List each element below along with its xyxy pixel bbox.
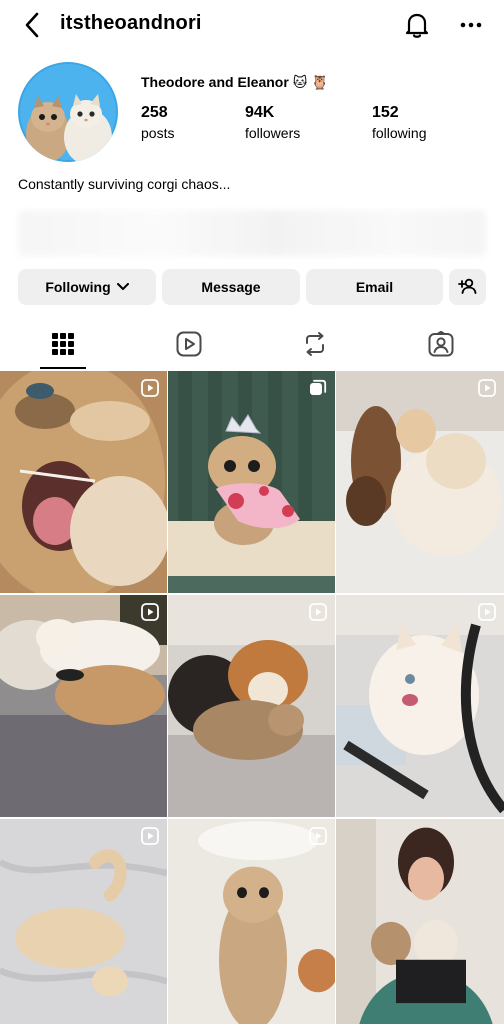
- reel-icon: [141, 379, 159, 397]
- post-photo: [0, 819, 167, 1024]
- profile-username: itstheoandnori: [60, 12, 202, 34]
- back-arrow-icon[interactable]: [18, 10, 46, 40]
- grid-post[interactable]: [0, 819, 167, 1024]
- message-button[interactable]: Message: [162, 269, 300, 305]
- post-photo: [336, 595, 504, 817]
- grid-post[interactable]: [0, 371, 167, 593]
- grid-post[interactable]: [336, 371, 504, 593]
- posts-label: posts: [141, 125, 175, 141]
- grid-post[interactable]: [336, 819, 504, 1024]
- post-photo: [168, 371, 335, 593]
- profile-avatar[interactable]: [18, 62, 118, 162]
- add-user-icon: [457, 278, 478, 297]
- tab-reposts[interactable]: [252, 322, 378, 370]
- following-stat[interactable]: 152 following: [372, 104, 426, 141]
- tab-reels[interactable]: [126, 322, 252, 370]
- post-photo: [0, 595, 167, 817]
- grid-icon: [52, 332, 74, 360]
- following-count: 152: [372, 104, 399, 121]
- tab-tagged[interactable]: [378, 322, 504, 370]
- posts-stat: 258 posts: [141, 104, 174, 141]
- post-photo: [0, 371, 167, 593]
- following-label: following: [372, 125, 427, 141]
- add-user-button[interactable]: [449, 269, 486, 305]
- bio-redacted-area: [18, 210, 486, 256]
- following-button-label: Following: [45, 279, 111, 295]
- grid-post[interactable]: [168, 819, 335, 1024]
- top-bar: itstheoandnori: [0, 0, 504, 52]
- message-button-label: Message: [201, 279, 261, 295]
- grid-post[interactable]: [336, 595, 504, 817]
- followers-label: followers: [245, 125, 301, 141]
- tagged-icon: [428, 330, 454, 362]
- posts-grid: [0, 371, 504, 1024]
- grid-post[interactable]: [168, 371, 335, 593]
- bell-icon[interactable]: [402, 10, 432, 40]
- active-tab-indicator: [40, 367, 86, 369]
- profile-bio: Constantly surviving corgi chaos...: [18, 176, 231, 192]
- reel-icon: [478, 603, 496, 621]
- reposts-icon: [303, 331, 327, 362]
- post-photo: [336, 819, 504, 1024]
- post-photo: [336, 371, 504, 593]
- chevron-down-icon: [116, 283, 129, 291]
- email-button-label: Email: [355, 279, 394, 295]
- post-photo: [168, 819, 335, 1024]
- reel-icon: [141, 603, 159, 621]
- tab-grid[interactable]: [0, 322, 126, 370]
- profile-actions: Following Message Email: [0, 269, 504, 305]
- grid-post[interactable]: [168, 595, 335, 817]
- reel-icon: [309, 827, 327, 845]
- reel-icon: [478, 379, 496, 397]
- profile-display-name: Theodore and Eleanor 🐱 🦉: [141, 74, 329, 90]
- more-icon[interactable]: [456, 10, 486, 40]
- followers-count: 94K: [245, 104, 275, 121]
- reel-icon: [141, 827, 159, 845]
- carousel-icon: [310, 379, 327, 395]
- reels-icon: [176, 331, 202, 362]
- grid-post[interactable]: [0, 595, 167, 817]
- post-photo: [168, 595, 335, 817]
- following-button[interactable]: Following: [18, 269, 156, 305]
- posts-count: 258: [141, 104, 168, 121]
- reel-icon: [309, 603, 327, 621]
- email-button[interactable]: Email: [306, 269, 443, 305]
- profile-tabs: [0, 322, 504, 370]
- followers-stat[interactable]: 94K followers: [245, 104, 300, 141]
